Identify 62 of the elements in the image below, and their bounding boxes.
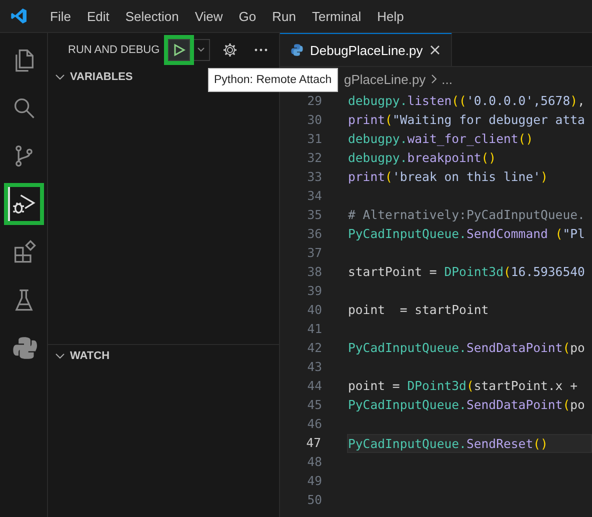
breadcrumb-item[interactable]: ... — [442, 72, 453, 86]
line-number: 48 — [306, 454, 322, 471]
code-line: # Alternatively:PyCadInputQueue. — [348, 207, 586, 224]
line-number: 46 — [306, 416, 322, 433]
menu-item[interactable]: Selection — [117, 8, 187, 24]
editor-tab[interactable]: DebugPlaceLine.py — [280, 33, 452, 66]
dropdown-button[interactable] — [194, 38, 210, 60]
line-number: 50 — [306, 492, 322, 509]
line-number: 38 — [306, 264, 322, 281]
menu-item[interactable]: View — [186, 8, 231, 24]
code-line: debugpy.listen(('0.0.0.0',5678), — [348, 93, 586, 110]
more-icon — [254, 48, 268, 52]
line-number: 31 — [306, 131, 322, 148]
menu-item[interactable]: Edit — [78, 8, 118, 24]
section-header[interactable]: WATCH — [48, 344, 279, 367]
line-number: 30 — [306, 112, 322, 129]
line-number: 35 — [306, 207, 322, 224]
line-number: 32 — [306, 150, 322, 167]
line-number: 36 — [306, 226, 322, 243]
code-line: print("Waiting for debugger atta — [348, 112, 586, 129]
more-button[interactable] — [254, 48, 268, 52]
menu-item[interactable]: Go — [230, 8, 264, 24]
line-number: 43 — [306, 359, 322, 376]
settings-button[interactable] — [222, 42, 238, 58]
python-icon — [10, 335, 36, 361]
tooltip: Python: Remote Attach — [208, 68, 338, 92]
code-line: point = startPoint — [348, 302, 490, 319]
line-number: 39 — [306, 283, 322, 300]
line-number: 29 — [306, 93, 322, 110]
start-debugging-button[interactable] — [168, 38, 190, 60]
play-icon — [172, 42, 186, 56]
line-number: 42 — [306, 340, 322, 357]
line-number: 44 — [306, 378, 322, 395]
chevron-right-icon — [430, 74, 438, 84]
panel-title: RUN AND DEBUG — [68, 44, 160, 56]
breadcrumb-item[interactable]: gPlaceLine.py — [344, 72, 426, 86]
code-line: PyCadInputQueue.SendCommand ("Pl — [348, 226, 586, 243]
close-icon[interactable] — [428, 44, 441, 56]
line-number: 41 — [306, 321, 322, 338]
code-line: debugpy.breakpoint() — [348, 150, 498, 167]
code-line: startPoint = DPoint3d(16.5936540 — [348, 264, 586, 281]
activity-bar-item[interactable] — [4, 183, 44, 225]
line-number: 33 — [306, 169, 322, 186]
settings-icon — [222, 42, 238, 58]
chevron-down-icon — [196, 44, 206, 54]
menu-item[interactable]: Run — [264, 8, 304, 24]
code-line: PyCadInputQueue.SendDataPoint(po — [348, 340, 586, 357]
line-number: 37 — [306, 245, 322, 262]
line-number: 47 — [305, 435, 321, 452]
menu-item[interactable]: Terminal — [304, 8, 370, 24]
code-line: print('break on this line') — [348, 169, 549, 186]
line-number: 45 — [306, 397, 322, 414]
code-line: point = DPoint3d(startPoint.x + — [348, 378, 579, 395]
line-number: 49 — [306, 473, 322, 490]
app-logo-icon — [10, 7, 28, 25]
menu-item[interactable]: File — [42, 8, 79, 24]
python-icon — [290, 43, 304, 57]
line-number: 40 — [306, 302, 322, 319]
menu-item[interactable]: Help — [369, 8, 412, 24]
line-number: 34 — [306, 188, 322, 205]
code-line: PyCadInputQueue.SendDataPoint(po — [348, 397, 586, 414]
code-line: debugpy.wait_for_client() — [348, 131, 534, 148]
